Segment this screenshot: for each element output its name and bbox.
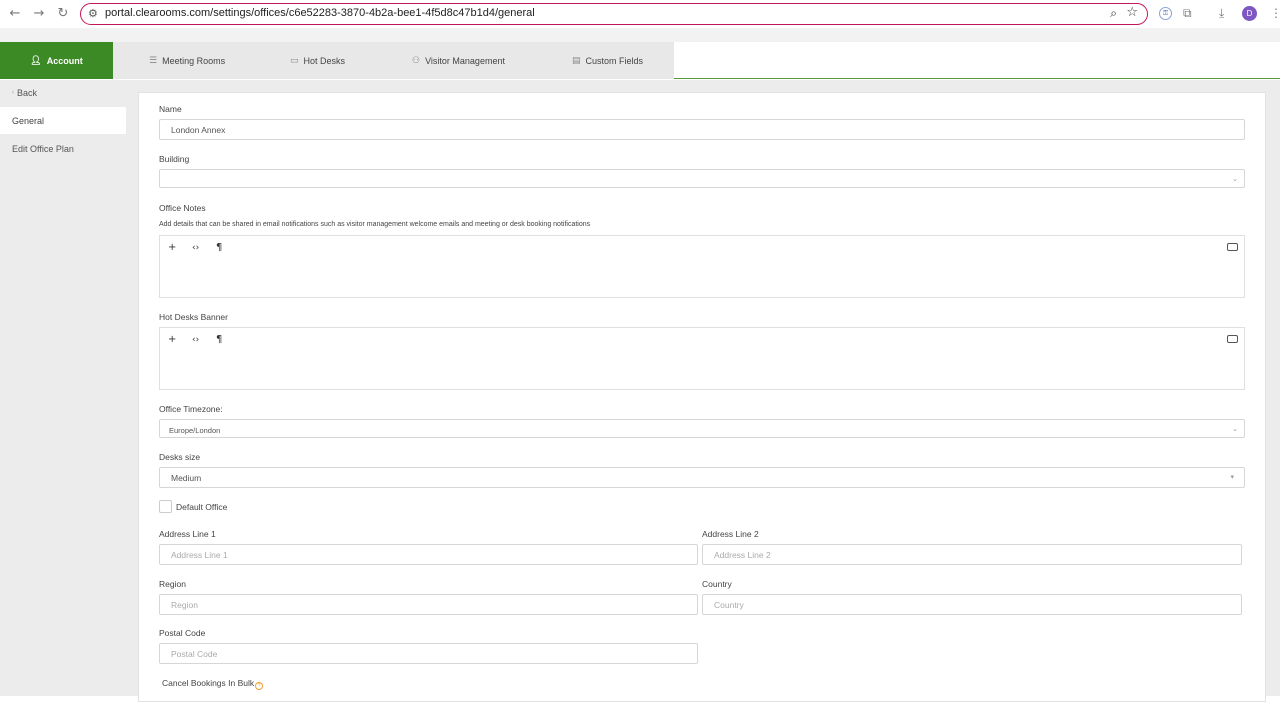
sidebar-back-label: Back	[17, 88, 38, 98]
desks-size-select[interactable]: Medium ▾	[159, 467, 1245, 488]
info-icon[interactable]: ?	[255, 682, 263, 690]
address1-label: Address Line 1	[159, 529, 216, 539]
address2-input[interactable]: Address Line 2	[702, 544, 1242, 565]
default-office-label: Default Office	[176, 502, 228, 512]
name-label: Name	[159, 104, 182, 114]
address-bar[interactable]: ⚙ portal.clearooms.com/settings/offices/…	[80, 3, 1148, 25]
header-strip	[0, 28, 1280, 42]
fields-icon: ▤	[572, 55, 581, 66]
sidebar-item-label: Edit Office Plan	[12, 143, 74, 154]
region-label: Region	[159, 579, 186, 589]
postal-code-placeholder: Postal Code	[171, 649, 218, 659]
download-icon[interactable]: ⤓	[1219, 6, 1224, 21]
sidebar-item-edit-office-plan[interactable]: Edit Office Plan	[0, 135, 126, 162]
list-icon: ☰	[149, 55, 158, 66]
tab-visitor-management[interactable]: ⚇ Visitor Management	[412, 42, 505, 79]
sidebar: ‹ Back General Edit Office Plan	[0, 80, 126, 696]
reload-icon[interactable]: ↻	[55, 6, 71, 22]
zoom-icon[interactable]: ⌕	[1110, 6, 1117, 21]
tab-hot-desks[interactable]: ▭ Hot Desks	[290, 42, 345, 79]
tab-hot-desks-label: Hot Desks	[303, 55, 346, 66]
building-label: Building	[159, 154, 190, 164]
address1-placeholder: Address Line 1	[171, 550, 228, 560]
url-text[interactable]: portal.clearooms.com/settings/offices/c6…	[105, 7, 535, 19]
postal-code-label: Postal Code	[159, 628, 206, 638]
menu-kebab-icon[interactable]: ⋮	[1270, 6, 1280, 20]
office-notes-hint: Add details that can be shared in email …	[159, 221, 591, 228]
name-input[interactable]: London Annex	[159, 119, 1245, 140]
back-arrow-icon[interactable]: ←	[7, 6, 23, 22]
building-select[interactable]: ⌄	[159, 169, 1245, 188]
country-input[interactable]: Country	[702, 594, 1242, 615]
desks-size-label: Desks size	[159, 452, 201, 462]
chevron-down-icon: ⌄	[1232, 175, 1238, 183]
tab-custom-fields-label: Custom Fields	[585, 55, 644, 66]
tab-visitor-management-label: Visitor Management	[425, 55, 505, 66]
chevron-left-icon: ‹	[12, 90, 14, 96]
browser-toolbar: ← → ↻ ⚙ portal.clearooms.com/settings/of…	[0, 0, 1280, 28]
plus-icon[interactable]: +	[168, 242, 176, 253]
tab-meeting-rooms-label: Meeting Rooms	[162, 55, 226, 66]
keyboard-icon[interactable]	[1227, 335, 1238, 343]
region-placeholder: Region	[171, 600, 198, 610]
chevron-down-icon: ⌄	[1232, 425, 1238, 433]
country-label: Country	[702, 579, 732, 589]
sidebar-back[interactable]: ‹ Back	[0, 80, 126, 106]
code-icon[interactable]: ‹›	[192, 335, 199, 345]
address2-label: Address Line 2	[702, 529, 759, 539]
name-input-value: London Annex	[171, 125, 226, 135]
user-icon: 👤︎	[30, 55, 42, 66]
timezone-select[interactable]: Europe/London ⌄	[159, 419, 1245, 438]
chevron-down-icon: ▾	[1230, 473, 1234, 481]
default-office-checkbox[interactable]	[159, 500, 172, 513]
tab-meeting-rooms[interactable]: ☰ Meeting Rooms	[149, 42, 225, 79]
address1-input[interactable]: Address Line 1	[159, 544, 698, 565]
hot-desks-banner-editor[interactable]: + ‹› ¶	[159, 327, 1245, 390]
paragraph-icon[interactable]: ¶	[216, 334, 222, 345]
paragraph-icon[interactable]: ¶	[216, 242, 222, 253]
cancel-bookings-bulk-label: Cancel Bookings In Bulk	[162, 678, 255, 688]
hot-desks-banner-label: Hot Desks Banner	[159, 312, 228, 322]
tab-account-label: Account	[46, 55, 83, 66]
office-notes-editor[interactable]: + ‹› ¶	[159, 235, 1245, 298]
tab-account[interactable]: 👤︎ Account	[0, 42, 113, 79]
code-icon[interactable]: ‹›	[192, 243, 199, 253]
desks-size-select-value: Medium	[171, 473, 202, 483]
password-manager-icon[interactable]: ⚿	[1159, 7, 1172, 20]
users-icon: ⚇	[412, 55, 421, 66]
site-settings-icon[interactable]: ⚙	[88, 7, 98, 20]
settings-tabbar: 👤︎ Account ☰ Meeting Rooms ▭ Hot Desks ⚇…	[0, 42, 1280, 79]
keyboard-icon[interactable]	[1227, 243, 1238, 251]
region-input[interactable]: Region	[159, 594, 698, 615]
sidebar-item-general[interactable]: General	[0, 107, 126, 134]
sidebar-item-label: General	[12, 115, 45, 126]
bookmark-star-icon[interactable]: ☆	[1126, 5, 1138, 20]
address2-placeholder: Address Line 2	[714, 550, 771, 560]
monitor-icon: ▭	[290, 55, 299, 66]
timezone-label: Office Timezone:	[159, 404, 223, 414]
forward-arrow-icon[interactable]: →	[31, 6, 47, 22]
extensions-icon[interactable]: ⧉	[1183, 6, 1192, 21]
plus-icon[interactable]: +	[168, 334, 176, 345]
profile-avatar[interactable]: D	[1242, 6, 1257, 21]
postal-code-input[interactable]: Postal Code	[159, 643, 698, 664]
timezone-select-value: Europe/London	[169, 426, 221, 435]
tab-custom-fields[interactable]: ▤ Custom Fields	[572, 42, 643, 79]
office-notes-label: Office Notes	[159, 203, 206, 213]
country-placeholder: Country	[714, 600, 744, 610]
